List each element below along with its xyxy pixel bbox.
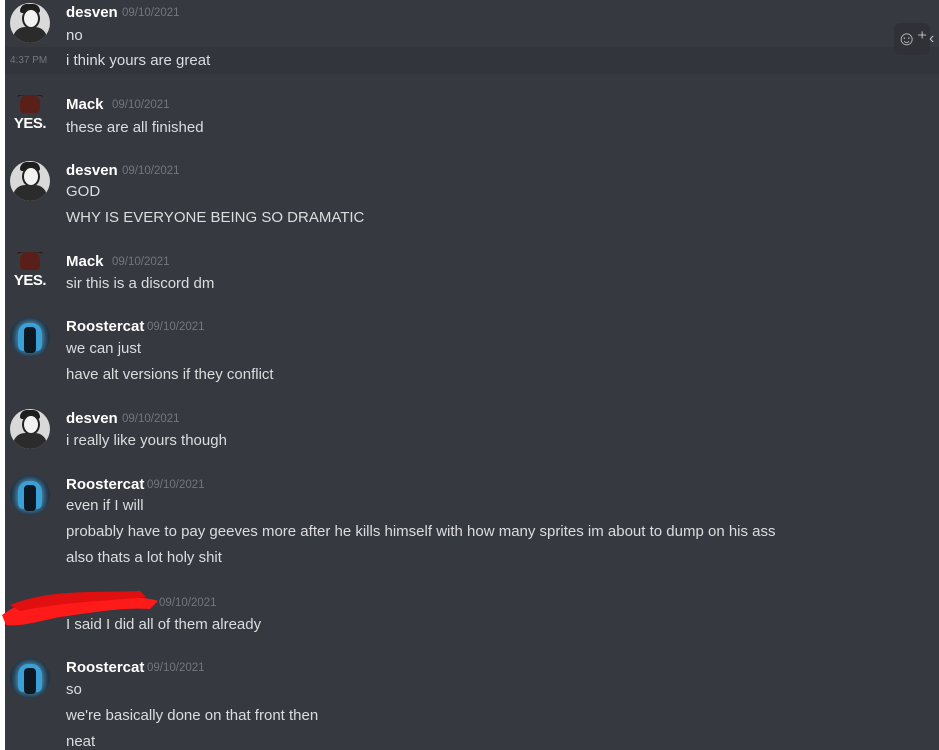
- username[interactable]: desven: [66, 4, 118, 21]
- message-text: these are all finished: [66, 119, 204, 136]
- username[interactable]: Roostercat: [66, 476, 144, 493]
- message-text: even if I will: [66, 497, 144, 514]
- message-group: YES. Mack 09/10/2021 these are all finis…: [5, 92, 939, 142]
- avatar-roostercat[interactable]: [10, 475, 50, 515]
- add-reaction-button[interactable]: ☺⁺: [894, 23, 930, 55]
- username[interactable]: desven: [66, 162, 118, 179]
- more-chevron-icon[interactable]: ‹: [929, 23, 939, 55]
- username[interactable]: desven: [66, 410, 118, 427]
- timestamp: 09/10/2021: [112, 256, 170, 268]
- timestamp: 09/10/2021: [122, 413, 180, 425]
- message-text: have alt versions if they conflict: [66, 366, 274, 383]
- avatar-roostercat[interactable]: [10, 658, 50, 698]
- message-text: so: [66, 681, 82, 698]
- timestamp: 09/10/2021: [112, 99, 170, 111]
- message-text: GOD: [66, 183, 101, 200]
- message-group: desven 09/10/2021 GOD WHY IS EVERYONE BE…: [5, 158, 939, 230]
- message-group: desven 09/10/2021 i really like yours th…: [5, 406, 939, 456]
- message-list[interactable]: desven 09/10/2021 no 4:37 PM i think you…: [2, 0, 939, 750]
- message-group: Roostercat 09/10/2021 even if I will pro…: [5, 472, 939, 572]
- message-row-hovered: 4:37 PM i think yours are great: [5, 47, 939, 74]
- hover-timestamp: 4:37 PM: [10, 55, 48, 66]
- username[interactable]: Mack: [66, 96, 104, 113]
- message-text: no: [66, 27, 83, 44]
- message-text: we're basically done on that front then: [66, 707, 319, 724]
- message-text: I said I did all of them already: [66, 616, 262, 633]
- message-text: i think yours are great: [66, 52, 211, 69]
- username[interactable]: Mack: [66, 253, 104, 270]
- message-group: 09/10/2021 I said I did all of them alre…: [2, 590, 939, 640]
- message-group: Roostercat 09/10/2021 we can just have a…: [5, 314, 939, 390]
- message-text: probably have to pay geeves more after h…: [66, 523, 776, 540]
- message-group: Roostercat 09/10/2021 so we're basically…: [5, 655, 939, 750]
- message-group: YES. Mack 09/10/2021 sir this is a disco…: [5, 249, 939, 297]
- message-text: i really like yours though: [66, 432, 227, 449]
- timestamp: 09/10/2021: [122, 7, 180, 19]
- timestamp: 09/10/2021: [147, 321, 205, 333]
- emoji-plus-icon: ☺⁺: [896, 28, 928, 50]
- username[interactable]: Roostercat: [66, 659, 144, 676]
- avatar-mack[interactable]: YES.: [10, 252, 50, 292]
- timestamp: 09/10/2021: [147, 662, 205, 674]
- timestamp: 09/10/2021: [147, 479, 205, 491]
- message-text: WHY IS EVERYONE BEING SO DRAMATIC: [66, 209, 365, 226]
- avatar-desven[interactable]: [10, 409, 50, 449]
- message-text: neat: [66, 733, 96, 750]
- timestamp: 09/10/2021: [159, 597, 217, 609]
- avatar-desven[interactable]: [10, 161, 50, 201]
- avatar-mack[interactable]: YES.: [10, 95, 50, 135]
- username[interactable]: Roostercat: [66, 318, 144, 335]
- message-group: desven 09/10/2021 no: [5, 0, 939, 46]
- timestamp: 09/10/2021: [122, 165, 180, 177]
- avatar-desven[interactable]: [10, 3, 50, 43]
- message-text: we can just: [66, 340, 142, 357]
- message-text: also thats a lot holy shit: [66, 549, 222, 566]
- avatar-roostercat[interactable]: [10, 317, 50, 357]
- message-text: sir this is a discord dm: [66, 275, 215, 292]
